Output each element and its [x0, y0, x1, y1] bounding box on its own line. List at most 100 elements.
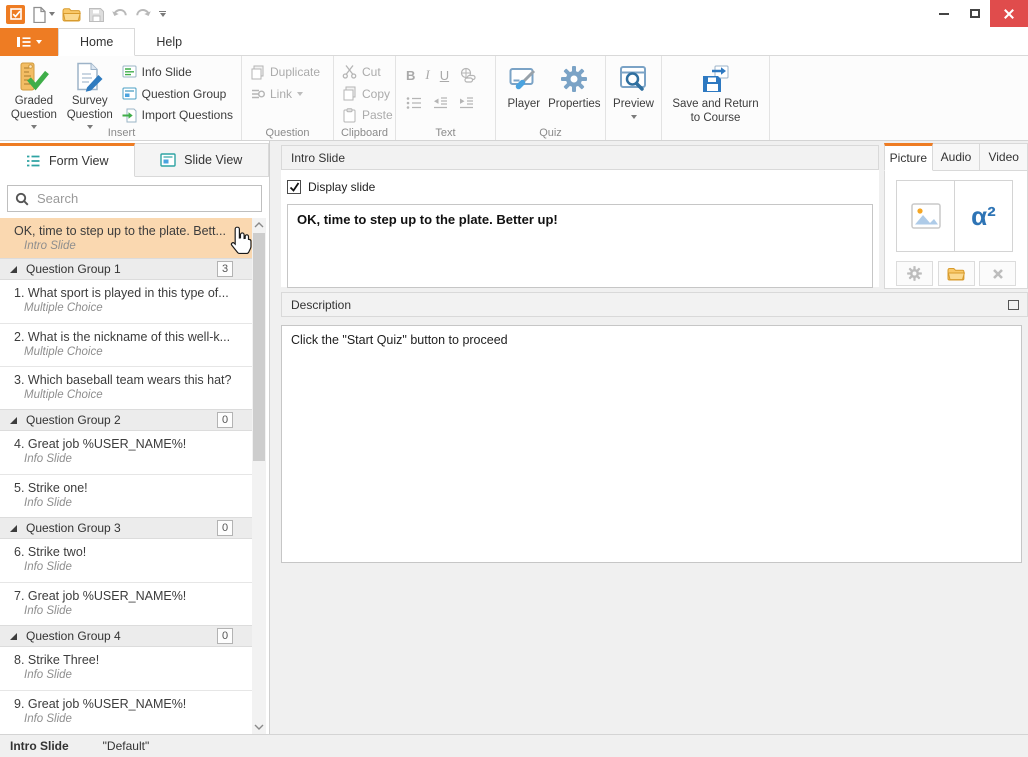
checkmark-icon	[289, 182, 300, 193]
question-item[interactable]: 7. Great job %USER_NAME%!Info Slide	[0, 582, 252, 625]
underline-button[interactable]: U	[440, 68, 449, 83]
remove-picture-button[interactable]	[979, 261, 1016, 286]
question-group-header[interactable]: Question Group 13	[0, 258, 252, 280]
paste-button[interactable]: Paste	[338, 104, 397, 126]
question-item[interactable]: 4. Great job %USER_NAME%!Info Slide	[0, 431, 252, 474]
tab-picture[interactable]: Picture	[884, 143, 933, 171]
player-button[interactable]: Player	[500, 59, 548, 126]
preview-icon	[619, 62, 649, 96]
open-button[interactable]	[62, 7, 81, 22]
cut-icon	[342, 64, 357, 79]
application-menu-button[interactable]	[0, 28, 58, 56]
properties-button[interactable]: Properties	[548, 59, 601, 126]
bold-button[interactable]: B	[406, 68, 415, 83]
graded-question-button[interactable]: Graded Question	[6, 59, 62, 126]
question-item[interactable]: 8. Strike Three!Info Slide	[0, 647, 252, 690]
paste-icon	[342, 108, 357, 123]
scroll-up-icon	[254, 222, 264, 228]
group-label-quiz: Quiz	[496, 127, 605, 139]
tab-home[interactable]: Home	[58, 28, 135, 56]
question-item[interactable]: 1. What sport is played in this type of.…	[0, 280, 252, 323]
new-quiz-button[interactable]	[32, 6, 55, 23]
copy-icon	[342, 86, 357, 101]
collapse-icon[interactable]	[9, 265, 18, 274]
question-group-header[interactable]: Question Group 40	[0, 625, 252, 647]
question-item[interactable]: 9. Great job %USER_NAME%!Info Slide	[0, 690, 252, 733]
increase-indent-icon[interactable]	[458, 96, 474, 110]
cut-button[interactable]: Cut	[338, 61, 397, 83]
survey-question-button[interactable]: Survey Question	[62, 59, 118, 126]
group-label-clipboard: Clipboard	[334, 127, 395, 139]
question-group-button[interactable]: Question Group	[118, 83, 237, 105]
media-panel: Picture Audio Video α²	[884, 143, 1028, 289]
add-picture-button[interactable]	[896, 180, 955, 252]
decrease-indent-icon[interactable]	[432, 96, 448, 110]
preview-button[interactable]: Preview	[610, 59, 657, 126]
slide-list: OK, time to step up to the plate. Bett..…	[0, 218, 252, 734]
display-slide-checkbox[interactable]	[287, 180, 301, 194]
bullet-list-icon[interactable]	[406, 96, 422, 110]
item-subtitle: Info Slide	[14, 560, 246, 575]
question-item[interactable]: 5. Strike one!Info Slide	[0, 474, 252, 517]
tab-slide-view[interactable]: Slide View	[135, 143, 270, 177]
question-item[interactable]: 2. What is the nickname of this well-k..…	[0, 323, 252, 366]
question-item[interactable]: 6. Strike two!Info Slide	[0, 539, 252, 582]
add-formula-button[interactable]: α²	[954, 180, 1013, 252]
intro-slide-panel-body: Display slide OK, time to step up to the…	[281, 170, 879, 287]
collapse-icon[interactable]	[9, 632, 18, 641]
open-folder-icon	[62, 7, 81, 22]
description-editor[interactable]: Click the "Start Quiz" button to proceed	[281, 325, 1022, 563]
ribbon-group-question: Duplicate Link Question	[242, 56, 334, 140]
redo-button[interactable]	[135, 7, 152, 21]
picture-settings-button[interactable]	[896, 261, 933, 286]
save-and-return-button[interactable]: Save and Return to Course	[666, 59, 765, 126]
scroll-down-icon	[254, 724, 264, 730]
question-group-header[interactable]: Question Group 20	[0, 409, 252, 431]
media-panel-body: α²	[884, 171, 1028, 289]
scroll-up-button[interactable]	[252, 218, 266, 232]
item-subtitle: Info Slide	[14, 712, 246, 727]
search-box[interactable]	[7, 185, 262, 212]
link-button[interactable]: Link	[246, 83, 324, 105]
italic-button[interactable]: I	[425, 67, 429, 83]
import-questions-icon	[122, 108, 137, 123]
dropdown-caret-icon	[49, 12, 55, 16]
item-title: 1. What sport is played in this type of.…	[14, 285, 246, 301]
tab-video[interactable]: Video	[980, 143, 1028, 171]
customize-toolbar-button[interactable]	[159, 11, 166, 18]
info-slide-button[interactable]: Info Slide	[118, 61, 237, 83]
question-group-icon	[122, 86, 137, 101]
tab-help[interactable]: Help	[135, 28, 203, 55]
intro-slide-item[interactable]: OK, time to step up to the plate. Bett..…	[0, 218, 252, 258]
ribbon-group-preview: Preview	[606, 56, 662, 140]
hyperlink-icon[interactable]	[459, 67, 476, 83]
duplicate-button[interactable]: Duplicate	[246, 61, 324, 83]
import-questions-button[interactable]: Import Questions	[118, 104, 237, 126]
question-item[interactable]: 3. Which baseball team wears this hat?Mu…	[0, 366, 252, 409]
slide-text-editor[interactable]: OK, time to step up to the plate. Better…	[287, 204, 873, 288]
close-button[interactable]	[990, 0, 1028, 27]
group-label-question: Question	[242, 127, 333, 139]
media-tabs: Picture Audio Video	[884, 143, 1028, 171]
item-subtitle: Info Slide	[14, 668, 246, 683]
minimize-button[interactable]	[928, 0, 959, 27]
maximize-button[interactable]	[959, 0, 990, 27]
expand-panel-icon[interactable]	[1008, 300, 1019, 310]
item-subtitle: Multiple Choice	[14, 301, 246, 316]
tab-form-view[interactable]: Form View	[0, 143, 135, 177]
search-input[interactable]	[35, 190, 261, 207]
question-group-header[interactable]: Question Group 30	[0, 517, 252, 539]
scroll-down-button[interactable]	[252, 720, 266, 734]
browse-picture-button[interactable]	[938, 261, 975, 286]
item-subtitle: Info Slide	[14, 496, 246, 511]
copy-button[interactable]: Copy	[338, 83, 397, 105]
tab-audio[interactable]: Audio	[933, 143, 981, 171]
undo-button[interactable]	[111, 7, 128, 21]
scrollbar-thumb[interactable]	[253, 233, 265, 461]
sidebar-scrollbar[interactable]	[252, 218, 266, 734]
collapse-icon[interactable]	[9, 524, 18, 533]
collapse-icon[interactable]	[9, 416, 18, 425]
redo-icon	[135, 7, 152, 21]
display-slide-label: Display slide	[308, 180, 375, 194]
save-button[interactable]	[88, 7, 104, 22]
